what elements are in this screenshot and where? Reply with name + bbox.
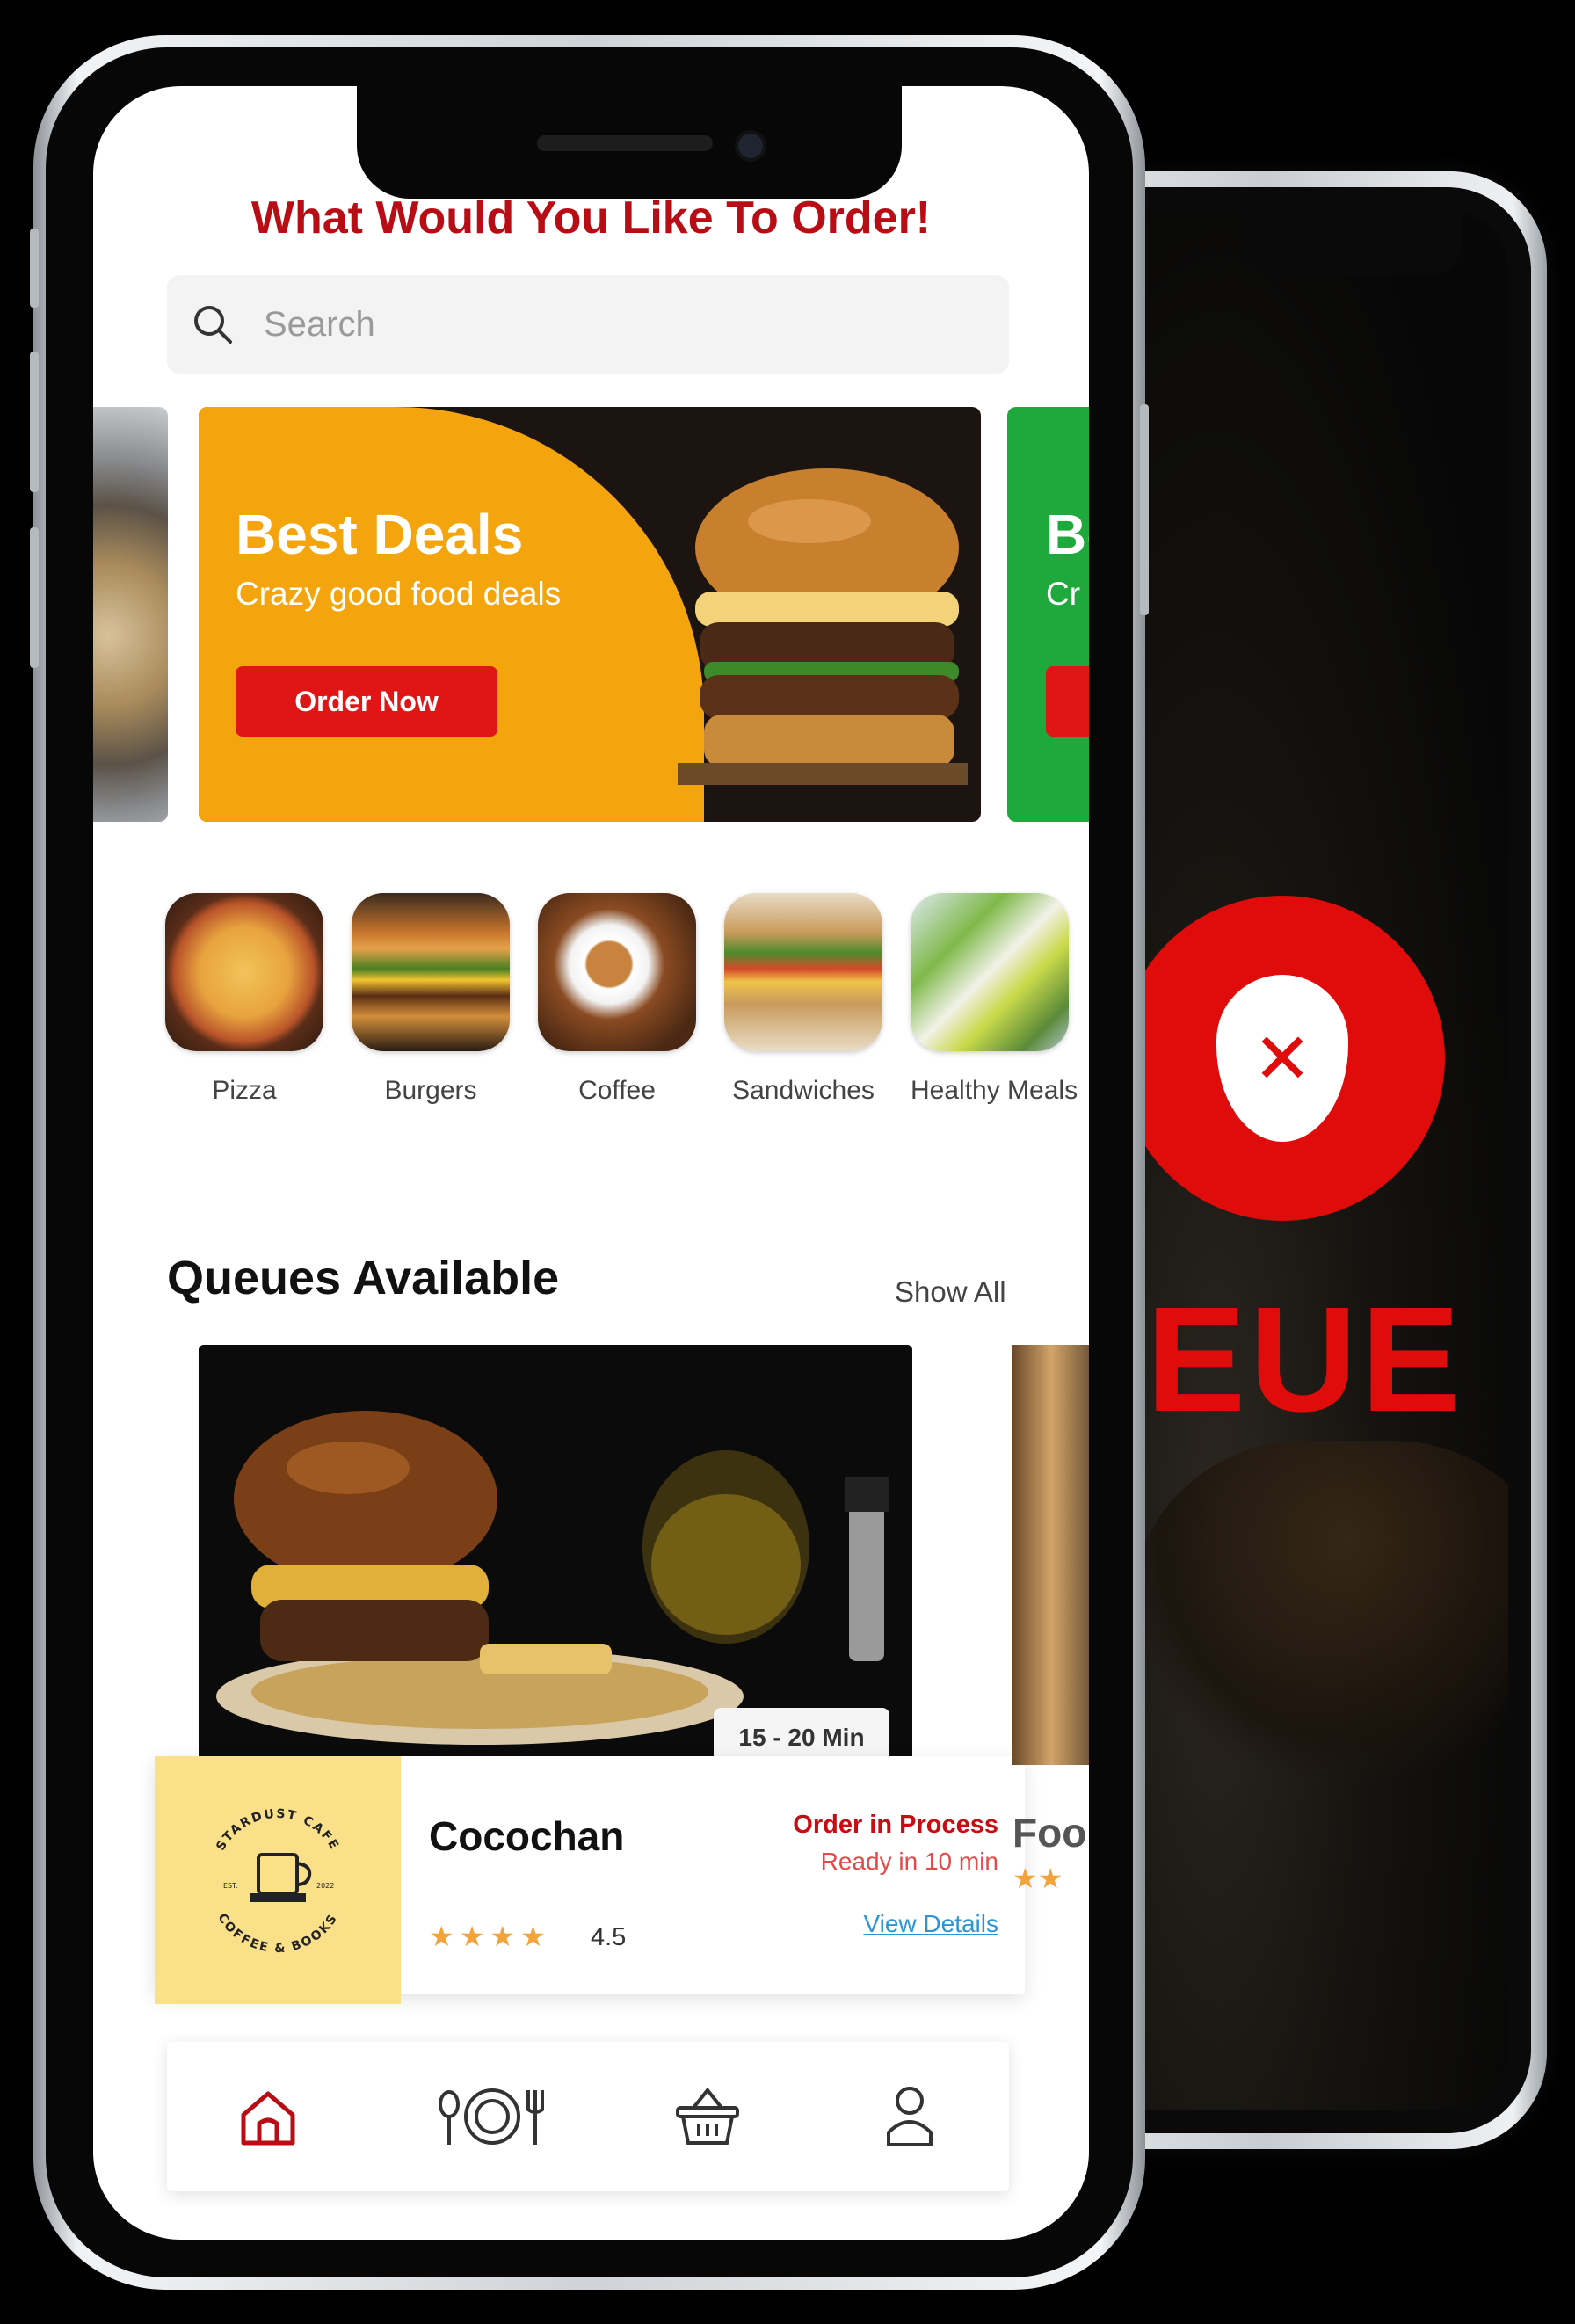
volume-down-button [30,527,39,668]
category-label: Coffee [578,1076,656,1105]
mute-switch [30,229,39,308]
category-pizza[interactable]: Pizza [165,893,323,1106]
store-logo: STARDUST CAFE COFFEE & BOOKS EST. 2022 [155,1756,401,2004]
app-screen: What Would You Like To Order! Best [93,86,1089,2240]
earpiece-speaker [537,135,713,151]
logo-text-top: STARDUST CAFE [214,1807,340,1854]
next-banner-peek[interactable]: Be Cr [1007,407,1089,822]
banner-orange-panel [199,407,704,822]
next-queue-card-peek[interactable] [1012,1345,1089,1765]
cafe-logo-icon: STARDUST CAFE COFFEE & BOOKS EST. 2022 [214,1807,342,1956]
pizza-image [165,893,323,1051]
next-queue-stars: ★★ [1012,1863,1063,1894]
section-title: Queues Available [167,1252,560,1304]
back-phone-notch [1243,210,1462,276]
next-banner-subline: Cr [1046,576,1081,612]
search-input[interactable] [262,303,969,345]
show-all-link[interactable]: Show All [889,1275,1012,1310]
healthy-meal-image [911,893,1069,1051]
restaurant-burger-image [199,1345,912,1765]
banner-subline: Crazy good food deals [236,576,562,612]
category-label: Pizza [212,1076,277,1105]
front-phone: What Would You Like To Order! Best [30,35,1149,2290]
category-list: Pizza Burgers Coffee Sandwiches Healthy … [165,893,1078,1105]
search-bar[interactable] [167,275,1009,374]
app-wordmark: EUE [1146,1276,1464,1443]
order-status: Order in Process [793,1811,998,1839]
sandwich-image [724,893,882,1051]
category-label: Burgers [384,1076,477,1105]
search-icon [194,306,232,344]
previous-banner-peek[interactable] [93,407,168,822]
bottom-nav [167,2042,1009,2191]
background-burger-image [1129,1441,1508,1775]
queue-card[interactable]: STARDUST CAFE COFFEE & BOOKS EST. 2022 C… [155,1756,1025,2004]
logo-year: 2022 [316,1882,334,1890]
view-details-link[interactable]: View Details [863,1910,998,1938]
burger-thumb-image [352,893,510,1051]
home-icon [241,2091,295,2146]
category-sandwiches[interactable]: Sandwiches [724,893,882,1106]
order-now-button[interactable]: Order Now [236,666,497,737]
rating-stars: ★★★★ [429,1921,551,1952]
page-title: What Would You Like To Order! [250,192,932,243]
promo-banner[interactable]: Best Deals Crazy good food deals Order N… [199,407,981,822]
logo-est: EST. [223,1882,238,1890]
queue-card-image[interactable] [199,1345,912,1765]
category-burgers[interactable]: Burgers [352,893,510,1106]
front-camera [735,130,766,162]
category-coffee[interactable]: Coffee [538,893,696,1106]
store-name: Cocochan [429,1813,625,1859]
app-logo: ✕ [1120,896,1445,1221]
power-button [1140,404,1149,615]
svg-text:COFFEE & BOOKS: COFFEE & BOOKS [214,1911,341,1956]
dining-icon [439,2088,544,2145]
banner-headline: Best Deals [236,503,524,566]
category-label: Sandwiches [732,1076,875,1105]
volume-up-button [30,352,39,492]
category-healthy-meals[interactable]: Healthy Meals [911,893,1078,1106]
rating-value: 4.5 [591,1923,627,1951]
nav-dining[interactable] [431,2081,554,2152]
logo-text-bottom: COFFEE & BOOKS [214,1911,339,1956]
next-queue-name: Foo [1012,1810,1087,1856]
nav-home[interactable] [229,2081,308,2152]
profile-icon [887,2087,933,2146]
burger-image [678,468,968,785]
front-phone-notch [357,86,902,199]
basket-icon [676,2087,739,2145]
location-pin-icon: ✕ [1216,975,1348,1142]
category-label: Healthy Meals [911,1076,1078,1105]
coffee-image [538,893,696,1051]
nav-basket[interactable] [668,2081,747,2152]
nav-profile[interactable] [870,2081,949,2152]
ready-time: Ready in 10 min [820,1848,998,1875]
next-banner-headline: Be [1046,503,1089,566]
svg-text:STARDUST CAFE: STARDUST CAFE [214,1807,342,1854]
next-banner-button [1046,666,1089,737]
